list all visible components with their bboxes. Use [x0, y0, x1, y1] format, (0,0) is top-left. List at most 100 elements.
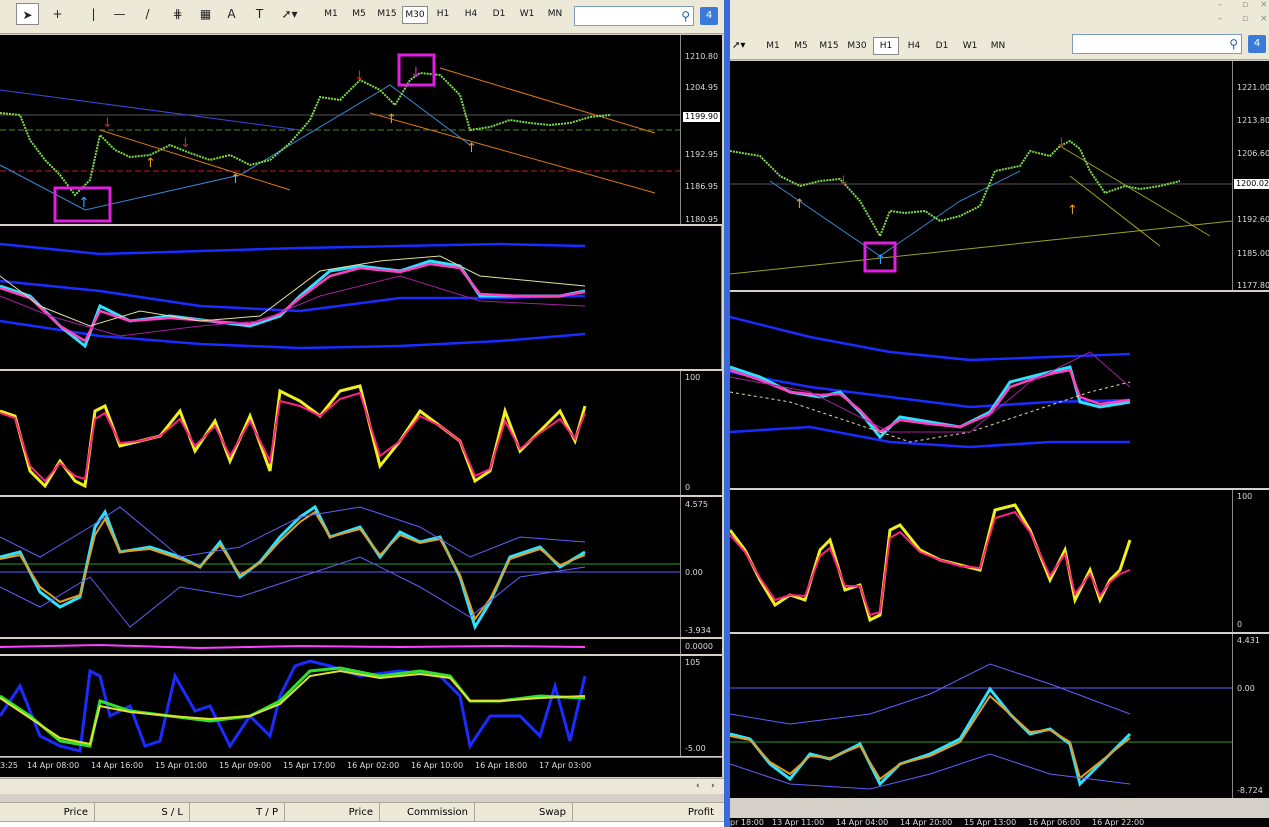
timeframe-h4[interactable]: H4 [901, 40, 927, 58]
community-icon[interactable]: 4 [1248, 35, 1266, 53]
timeframe-m1[interactable]: M1 [318, 8, 344, 26]
left-stochastic[interactable] [0, 371, 680, 495]
left-horizontal-scrollbar[interactable]: ‹ › [0, 778, 726, 794]
time-label: 17 Apr 03:00 [539, 761, 592, 770]
time-label: 14 Apr 20:00 [900, 818, 953, 827]
timeframe-d1[interactable]: D1 [929, 40, 955, 58]
community-icon[interactable]: 4 [700, 7, 718, 25]
timeframe-h4[interactable]: H4 [458, 8, 484, 26]
col-profit[interactable]: Profit [573, 803, 720, 823]
timeframe-d1[interactable]: D1 [486, 8, 512, 26]
text-tool-icon[interactable]: A [220, 3, 243, 25]
text-label-icon[interactable]: T [248, 3, 271, 25]
time-label: 16 Apr 06:00 [1028, 818, 1081, 827]
right-price-chart[interactable]: ↑ ↓ ↓ ↑ ↑ [730, 61, 1232, 290]
svg-text:↑: ↑ [386, 112, 397, 127]
arrows-dropdown-icon[interactable]: ➚▾ [278, 3, 301, 25]
timeframe-w1[interactable]: W1 [514, 8, 540, 26]
left-small-indicator[interactable] [0, 639, 680, 654]
left-indicator-bands[interactable] [0, 226, 722, 369]
svg-text:↓: ↓ [180, 136, 191, 151]
col-stop-loss[interactable]: S / L [95, 803, 190, 823]
restore-icon[interactable]: ▫ [1242, 0, 1248, 10]
cursor-tool-icon[interactable]: ➤ [16, 3, 39, 25]
time-label: 16 Apr 10:00 [411, 761, 464, 770]
right-indicator-bands[interactable] [730, 292, 1269, 488]
right-stochastic[interactable] [730, 490, 1232, 632]
crosshair-tool-icon[interactable]: + [46, 3, 69, 25]
right-macd-svg [730, 663, 1232, 790]
fibonacci-icon[interactable]: ⋕ [166, 3, 189, 25]
scroll-left-icon[interactable]: ‹ [696, 781, 700, 791]
svg-text:↓: ↓ [102, 116, 113, 131]
left-macd-svg [0, 504, 680, 631]
col-take-profit[interactable]: T / P [190, 803, 285, 823]
timeframe-mn[interactable]: MN [985, 40, 1011, 58]
left-small-scale: 0.0000 [680, 639, 722, 654]
arrows-dropdown-icon[interactable]: ➚▾ [732, 40, 745, 51]
left-macd[interactable] [0, 497, 680, 637]
timeframe-h1[interactable]: H1 [430, 8, 456, 26]
fibo-fan-icon[interactable]: ▦ [194, 3, 217, 25]
terminal-row [0, 822, 724, 827]
col-swap[interactable]: Swap [475, 803, 573, 823]
trendline-icon[interactable]: / [136, 3, 159, 25]
timeframe-m30[interactable]: M30 [402, 6, 428, 24]
timeframe-w1[interactable]: W1 [957, 40, 983, 58]
col-commission[interactable]: Commission [380, 803, 475, 823]
vertical-line-icon[interactable]: | [82, 3, 105, 25]
timeframe-m1[interactable]: M1 [760, 40, 786, 58]
time-label: 16 Apr 18:00 [475, 761, 528, 770]
time-label: 15 Apr 13:00 [964, 818, 1017, 827]
time-label: 3:25 [0, 761, 18, 770]
minimize-icon[interactable]: – [1218, 0, 1223, 10]
svg-text:↑: ↑ [230, 172, 241, 187]
col-close-price[interactable]: Price [285, 803, 380, 823]
scale-label: 0.00 [685, 568, 703, 577]
timeframe-m15[interactable]: M15 [816, 40, 842, 58]
timeframe-h1[interactable]: H1 [873, 37, 899, 55]
search-input[interactable]: ⚲ [1072, 34, 1242, 54]
close-icon[interactable]: × [1260, 0, 1268, 10]
scale-label: 1206.60 [1237, 149, 1269, 158]
left-bottom-scale: 105 -5.00 [680, 656, 722, 756]
close-icon[interactable]: × [1260, 14, 1268, 24]
left-stoch-svg [0, 384, 587, 489]
left-bottom-oscillator[interactable] [0, 656, 680, 756]
timeframe-m5[interactable]: M5 [788, 40, 814, 58]
timeframe-m30[interactable]: M30 [844, 40, 870, 58]
time-label: 15 Apr 09:00 [219, 761, 272, 770]
restore-icon[interactable]: ▫ [1242, 14, 1248, 24]
scroll-right-icon[interactable]: › [711, 781, 715, 791]
time-label: 16 Apr 22:00 [1092, 818, 1145, 827]
minimize-icon[interactable]: – [1218, 14, 1223, 24]
search-icon[interactable]: ⚲ [681, 9, 690, 23]
scale-label: 0 [685, 483, 691, 492]
left-bands-svg [0, 242, 586, 350]
left-bottom-svg [0, 659, 587, 753]
left-toolbar: ➤ + | — / ⋕ ▦ A T ➚▾ M1 M5 M15 M30 H1 H4… [0, 0, 726, 34]
horizontal-line-icon[interactable]: — [108, 3, 131, 25]
scale-label: -8.724 [1237, 786, 1263, 795]
left-macd-scale: 4.575 0.00 -3.934 [680, 497, 722, 637]
time-label: 13 Apr 11:00 [772, 818, 825, 827]
left-price-chart[interactable]: ↑ ↓ ↓ ↓ ↓ ↑ ↑ ↑ ↑ [0, 35, 680, 224]
current-price-label: 1199.90 [683, 112, 721, 122]
time-label: 14 Apr 16:00 [91, 761, 144, 770]
right-time-axis: pr 18:00 13 Apr 11:00 14 Apr 04:00 14 Ap… [730, 818, 1269, 827]
scale-label: 0.00 [1237, 684, 1255, 693]
time-label: 16 Apr 02:00 [347, 761, 400, 770]
scale-label: 1185.00 [1237, 249, 1269, 258]
terminal-header: Price S / L T / P Price Commission Swap … [0, 802, 724, 823]
search-icon[interactable]: ⚲ [1229, 37, 1238, 51]
timeframe-mn[interactable]: MN [542, 8, 568, 26]
scale-label: 1210.80 [685, 52, 719, 61]
col-price[interactable]: Price [0, 803, 95, 823]
timeframe-m15[interactable]: M15 [374, 8, 400, 26]
timeframe-m5[interactable]: M5 [346, 8, 372, 26]
search-input[interactable]: ⚲ [574, 6, 694, 26]
scale-label: 1192.95 [685, 150, 719, 159]
right-macd[interactable] [730, 634, 1232, 798]
scale-label: 0.0000 [685, 642, 713, 651]
scale-label: 1192.60 [1237, 215, 1269, 224]
